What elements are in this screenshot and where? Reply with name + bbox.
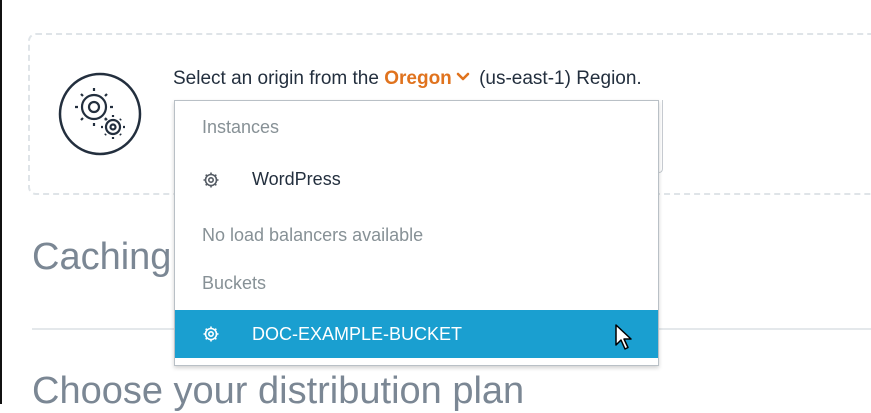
origin-option-bucket[interactable]: DOC-EXAMPLE-BUCKET (175, 310, 658, 358)
buckets-group-header: Buckets (202, 273, 267, 293)
origin-option-wordpress[interactable]: WordPress (175, 169, 658, 190)
region-selector[interactable]: Oregon (384, 68, 474, 89)
gears-icon (58, 72, 142, 156)
origin-dropdown-menu[interactable]: Instances WordPress No load balancers av… (174, 100, 659, 366)
origin-prompt-prefix: Select an origin from the (173, 68, 379, 89)
region-name: Oregon (384, 68, 452, 89)
load-balancers-group-header: No load balancers available (202, 225, 424, 245)
caching-section-title: Caching (32, 236, 172, 278)
gear-icon (202, 325, 220, 343)
origin-prompt-suffix: (us-east-1) Region. (479, 68, 642, 89)
mouse-pointer-icon (615, 324, 632, 350)
window-left-border (0, 0, 2, 404)
origin-option-label: WordPress (252, 169, 341, 189)
origin-option-label: DOC-EXAMPLE-BUCKET (252, 323, 463, 344)
chevron-down-icon (456, 73, 470, 81)
instances-group-header: Instances (202, 117, 280, 137)
origin-prompt: Select an origin from the Oregon (us-eas… (173, 68, 642, 90)
distribution-plan-title: Choose your distribution plan (32, 370, 525, 412)
gear-icon (202, 171, 220, 189)
